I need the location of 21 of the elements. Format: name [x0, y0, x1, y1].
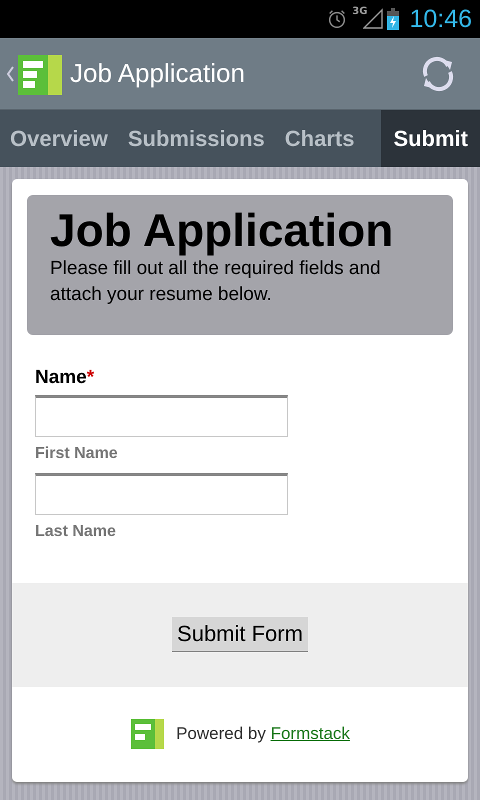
- form-title: Job Application: [50, 205, 394, 256]
- input-field[interactable]: [35, 394, 288, 437]
- tab[interactable]: Overview: [0, 110, 118, 167]
- formstack-logo-icon: [130, 717, 166, 752]
- tab[interactable]: Charts: [274, 110, 364, 167]
- clock-time: 10:46: [409, 4, 472, 34]
- formstack-link[interactable]: Formstack: [270, 724, 350, 744]
- powered-by-text: Powered by Formstack: [176, 724, 350, 744]
- field-caption: Last Name: [35, 522, 117, 541]
- form-description: Please fill out all the required fields and attach your resume below.: [50, 256, 382, 308]
- app-title: Job Application: [70, 58, 246, 89]
- field-label: Name: [35, 366, 87, 388]
- submit-form-button[interactable]: Submit Form: [172, 617, 308, 652]
- battery-charging-icon: [387, 8, 400, 30]
- back-caret-icon: [6, 66, 14, 82]
- tab[interactable]: Submit: [381, 110, 480, 167]
- tab[interactable]: Submissions: [118, 110, 275, 167]
- input-field[interactable]: [35, 472, 288, 515]
- network-type-text: 3G: [352, 6, 368, 17]
- field-caption: First Name: [35, 444, 119, 463]
- required-mark: *: [86, 366, 94, 388]
